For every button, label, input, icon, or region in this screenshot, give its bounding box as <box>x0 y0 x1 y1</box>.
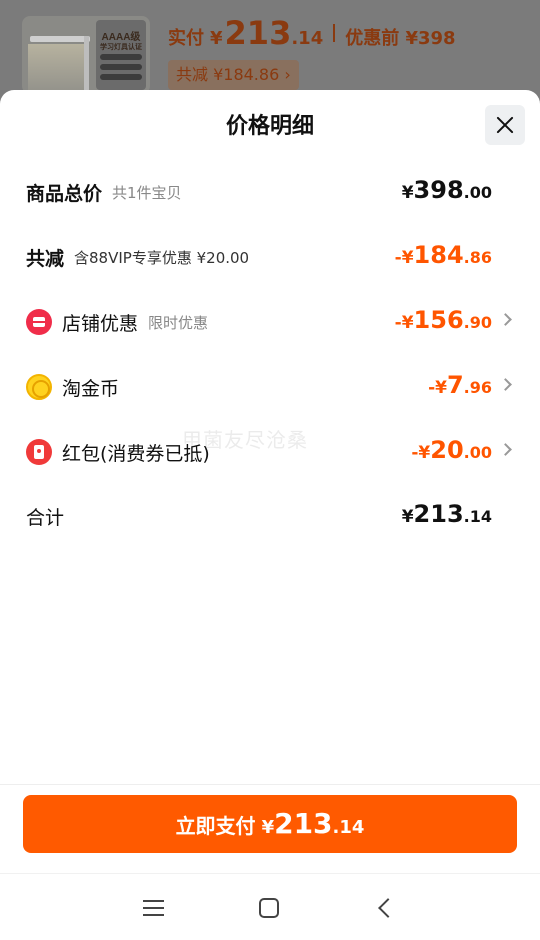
pay-symbol: ¥ <box>261 817 275 838</box>
amount-int: 156 <box>413 306 464 334</box>
row-left: 淘金币 <box>26 367 119 407</box>
back-icon[interactable] <box>378 898 398 918</box>
row-amount: -¥ 156 .90 <box>395 302 492 342</box>
amount-int: 398 <box>413 176 464 204</box>
pay-dec: .14 <box>332 817 365 838</box>
separator <box>333 24 336 42</box>
row-name: 淘金币 <box>62 377 120 400</box>
badge-line <box>100 54 142 60</box>
thumb-badge: AAAA级 <box>101 32 141 43</box>
amount-symbol: -¥ <box>411 443 431 463</box>
amount-dec: .00 <box>463 443 492 462</box>
menu-icon[interactable] <box>143 900 164 916</box>
row-name: 共减 <box>26 247 65 270</box>
chevron-right-icon <box>499 313 512 326</box>
amount-symbol: -¥ <box>394 313 414 333</box>
row-sub: 共1件宝贝 <box>112 183 182 202</box>
product-thumbnail[interactable]: AAAA级 学习灯具认证 <box>22 16 150 94</box>
row-goods-total: 商品总价 共1件宝贝 ¥ 398 .00 <box>0 172 540 212</box>
row-left: 合计 <box>26 496 64 536</box>
thumb-sub: 学习灯具认证 <box>100 44 142 51</box>
row-total-discount: 共减 含88VIP专享优惠 ¥20.00 -¥ 184 .86 <box>0 237 540 277</box>
row-amount: ¥ 213 .14 <box>402 496 492 536</box>
badge-line <box>100 74 142 80</box>
amount-dec: .96 <box>463 378 492 397</box>
row-left: 共减 含88VIP专享优惠 ¥20.00 <box>26 237 249 277</box>
row-amount: -¥ 20 .00 <box>411 432 492 472</box>
row-amount: -¥ 184 .86 <box>395 237 492 277</box>
system-navbar <box>0 873 540 940</box>
lamp-bar <box>30 36 90 42</box>
row-amount: ¥ 398 .00 <box>402 172 492 212</box>
red-packet-icon <box>26 439 52 465</box>
lamp-glow <box>28 44 84 94</box>
badge-panel: AAAA级 学习灯具认证 <box>96 20 146 90</box>
amount-int: 7 <box>446 371 464 399</box>
row-sub: 限时优惠 <box>148 313 209 332</box>
sheet-title: 价格明细 <box>225 114 314 139</box>
row-amount: -¥ 7 .96 <box>428 367 492 407</box>
amount-symbol: ¥ <box>401 183 414 203</box>
coin-icon <box>26 374 52 400</box>
pay-label: 立即支付 <box>175 814 256 838</box>
row-name: 合计 <box>26 506 65 529</box>
order-summary-header: AAAA级 学习灯具认证 实付 ¥ 213 .14 优惠前 ¥398 共减 ¥1… <box>0 0 540 100</box>
pay-int: 213 <box>274 807 333 840</box>
amount-dec: .86 <box>463 248 492 267</box>
badge-line <box>100 64 142 70</box>
paid-symbol: ¥ <box>210 28 223 49</box>
store-icon <box>26 309 52 335</box>
original-price: 优惠前 ¥398 <box>345 28 456 49</box>
row-taojinbi[interactable]: 淘金币 -¥ 7 .96 <box>0 367 540 407</box>
row-left: 店铺优惠 限时优惠 <box>26 302 208 342</box>
pay-now-button[interactable]: 立即支付 ¥ 213 .14 <box>23 795 517 853</box>
row-name: 店铺优惠 <box>62 312 139 335</box>
paid-int: 213 <box>224 14 292 52</box>
amount-int: 184 <box>413 241 464 269</box>
lamp-pole <box>84 36 89 94</box>
close-button[interactable] <box>485 105 525 145</box>
amount-symbol: -¥ <box>394 248 414 268</box>
chevron-right-icon <box>499 443 512 456</box>
amount-int: 20 <box>430 436 464 464</box>
row-total: 合计 ¥ 213 .14 <box>0 496 540 536</box>
amount-dec: .14 <box>463 507 492 526</box>
home-icon[interactable] <box>259 898 279 918</box>
chevron-right-icon <box>499 378 512 391</box>
amount-int: 213 <box>413 500 464 528</box>
price-detail-sheet: 价格明细 商品总价 共1件宝贝 ¥ 398 .00 共减 含88VIP专享优惠 … <box>0 90 540 940</box>
row-sub: 含88VIP专享优惠 ¥20.00 <box>74 248 250 267</box>
amount-symbol: -¥ <box>428 378 447 398</box>
row-name: 商品总价 <box>26 182 103 205</box>
row-store-discount[interactable]: 店铺优惠 限时优惠 -¥ 156 .90 <box>0 302 540 342</box>
amount-dec: .90 <box>463 313 492 332</box>
amount-symbol: ¥ <box>401 507 414 527</box>
discount-chip[interactable]: 共减 ¥184.86 › <box>168 60 299 90</box>
watermark: 甲菌友尽沧桑 <box>182 428 308 452</box>
divider <box>0 784 540 785</box>
paid-dec: .14 <box>291 28 324 49</box>
paid-label: 实付 <box>168 28 204 49</box>
paid-amount: 实付 ¥ 213 .14 优惠前 ¥398 <box>168 14 456 52</box>
row-left: 商品总价 共1件宝贝 <box>26 172 182 212</box>
amount-dec: .00 <box>463 183 492 202</box>
